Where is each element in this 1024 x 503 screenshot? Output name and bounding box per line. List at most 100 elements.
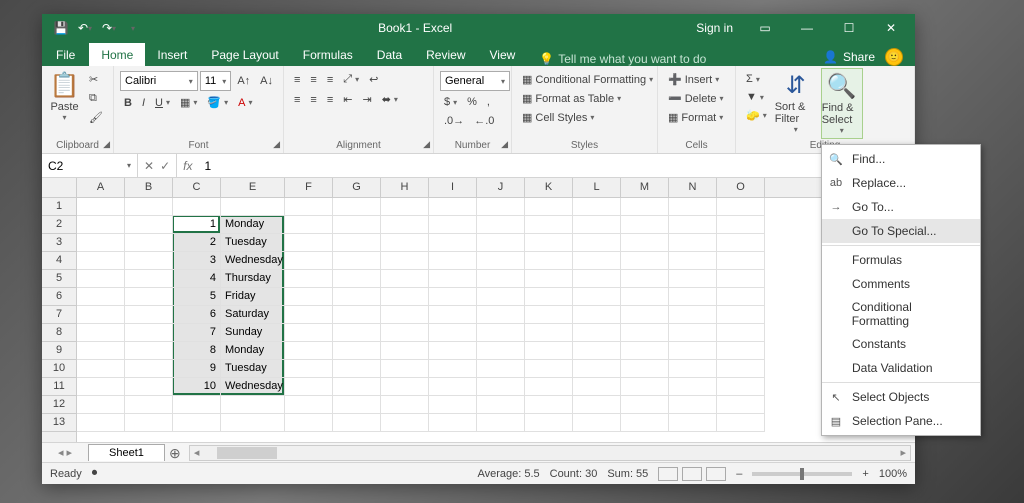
cell[interactable] — [573, 342, 621, 360]
cell[interactable] — [477, 360, 525, 378]
cell[interactable] — [669, 252, 717, 270]
cell[interactable] — [285, 414, 333, 432]
cell[interactable] — [285, 252, 333, 270]
align-bottom-button[interactable]: ≡ — [323, 71, 337, 88]
cell[interactable] — [77, 198, 125, 216]
cell[interactable] — [381, 306, 429, 324]
tell-me[interactable]: 💡 Tell me what you want to do — [527, 52, 706, 66]
macro-record-icon[interactable]: ⏺ — [92, 467, 98, 480]
number-format-combo[interactable]: General▾ — [440, 71, 510, 91]
cell[interactable] — [333, 198, 381, 216]
cell[interactable] — [381, 198, 429, 216]
row-header-1[interactable]: 1 — [42, 198, 76, 216]
scroll-left-icon[interactable]: ◂ — [190, 446, 204, 459]
redo-icon[interactable]: ↷▾ — [98, 18, 120, 38]
name-box[interactable]: C2▾ — [42, 154, 138, 177]
cell[interactable] — [173, 198, 221, 216]
cell[interactable] — [717, 198, 765, 216]
cell[interactable] — [573, 396, 621, 414]
cell-E7[interactable]: Saturday — [221, 306, 285, 324]
cell[interactable] — [525, 342, 573, 360]
menu-replace[interactable]: abReplace... — [822, 171, 980, 195]
tab-home[interactable]: Home — [89, 43, 145, 66]
cell[interactable] — [429, 198, 477, 216]
row-header-13[interactable]: 13 — [42, 414, 76, 432]
cell-E6[interactable]: Friday — [221, 288, 285, 306]
feedback-icon[interactable]: 🙂 — [885, 48, 903, 66]
menu-constants[interactable]: Constants — [822, 332, 980, 356]
cell[interactable] — [285, 306, 333, 324]
cell[interactable] — [525, 252, 573, 270]
copy-button[interactable]: ⧉ — [85, 90, 107, 107]
cell[interactable] — [221, 198, 285, 216]
cell-C7[interactable]: 6 — [173, 306, 221, 324]
cell[interactable] — [717, 396, 765, 414]
bold-button[interactable]: B — [120, 94, 136, 111]
cell[interactable] — [429, 234, 477, 252]
cell-C3[interactable]: 2 — [173, 234, 221, 252]
cell[interactable] — [717, 234, 765, 252]
cell[interactable] — [125, 324, 173, 342]
cell-E5[interactable]: Thursday — [221, 270, 285, 288]
row-header-7[interactable]: 7 — [42, 306, 76, 324]
clipboard-launcher-icon[interactable]: ◢ — [103, 139, 110, 150]
cell[interactable] — [669, 216, 717, 234]
cell[interactable] — [477, 306, 525, 324]
cell[interactable] — [285, 378, 333, 396]
cancel-formula-icon[interactable]: ✕ — [144, 159, 154, 173]
col-header-E[interactable]: E — [221, 178, 285, 197]
alignment-launcher-icon[interactable]: ◢ — [423, 139, 430, 150]
cell[interactable] — [125, 234, 173, 252]
insert-cells-button[interactable]: ➕ Insert▾ — [664, 71, 729, 88]
increase-decimal-button[interactable]: .0→ — [440, 113, 468, 129]
cell[interactable] — [77, 288, 125, 306]
cell-E4[interactable]: Wednesday — [221, 252, 285, 270]
col-header-M[interactable]: M — [621, 178, 669, 197]
cell-E9[interactable]: Monday — [221, 342, 285, 360]
cell[interactable] — [381, 252, 429, 270]
menu-goto[interactable]: →Go To... — [822, 195, 980, 219]
cell[interactable] — [717, 306, 765, 324]
cell[interactable] — [525, 414, 573, 432]
col-header-I[interactable]: I — [429, 178, 477, 197]
cell[interactable] — [285, 234, 333, 252]
cell[interactable] — [477, 342, 525, 360]
cell[interactable] — [477, 324, 525, 342]
format-cells-button[interactable]: ▦ Format▾ — [664, 109, 729, 126]
cell[interactable] — [285, 198, 333, 216]
cell[interactable] — [525, 324, 573, 342]
cell-C6[interactable]: 5 — [173, 288, 221, 306]
font-launcher-icon[interactable]: ◢ — [273, 139, 280, 150]
cell[interactable] — [717, 342, 765, 360]
cell[interactable] — [717, 414, 765, 432]
row-header-8[interactable]: 8 — [42, 324, 76, 342]
cell[interactable] — [333, 342, 381, 360]
cell[interactable] — [381, 234, 429, 252]
row-header-12[interactable]: 12 — [42, 396, 76, 414]
increase-indent-button[interactable]: ⇥ — [358, 91, 375, 108]
cell[interactable] — [669, 306, 717, 324]
font-name-combo[interactable]: Calibri▾ — [120, 71, 198, 91]
tab-insert[interactable]: Insert — [145, 43, 199, 66]
align-middle-button[interactable]: ≡ — [306, 71, 320, 88]
cell[interactable] — [221, 414, 285, 432]
cell[interactable] — [573, 234, 621, 252]
cell[interactable] — [429, 342, 477, 360]
orientation-button[interactable]: ⤢▾ — [339, 71, 363, 88]
cell[interactable] — [125, 414, 173, 432]
cell-C5[interactable]: 4 — [173, 270, 221, 288]
col-header-K[interactable]: K — [525, 178, 573, 197]
number-launcher-icon[interactable]: ◢ — [501, 139, 508, 150]
percent-button[interactable]: % — [463, 94, 481, 110]
col-header-A[interactable]: A — [77, 178, 125, 197]
cell[interactable] — [573, 198, 621, 216]
cell[interactable] — [125, 378, 173, 396]
cell[interactable] — [477, 378, 525, 396]
shrink-font-button[interactable]: A↓ — [256, 71, 277, 91]
select-all-corner[interactable] — [42, 178, 77, 197]
cell[interactable] — [333, 324, 381, 342]
cell[interactable] — [381, 324, 429, 342]
cell[interactable] — [477, 198, 525, 216]
cell[interactable] — [285, 360, 333, 378]
cell[interactable] — [525, 198, 573, 216]
